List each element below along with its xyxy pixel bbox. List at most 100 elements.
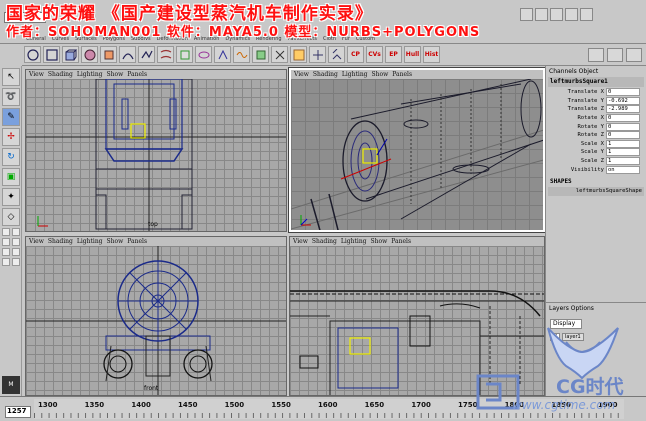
side-by-side-icon[interactable] (2, 238, 10, 246)
toggle-attr-icon[interactable] (588, 48, 604, 62)
menu-shading[interactable]: Shading (48, 71, 73, 78)
planar-icon[interactable] (176, 46, 193, 63)
time-tick-label: 1500 (224, 401, 245, 409)
render-globals-icon[interactable] (550, 8, 563, 21)
cp-button[interactable]: CP (347, 46, 364, 63)
time-start-field[interactable]: 1257 (5, 406, 31, 418)
render-pane-icon[interactable] (12, 258, 20, 266)
lasso-tool-icon[interactable]: ➰ (2, 88, 20, 106)
channel-attr-value[interactable]: 1 (606, 148, 640, 157)
move-tool-icon[interactable]: ✢ (2, 128, 20, 146)
axis-gizmo-icon (300, 215, 311, 226)
menu-panels[interactable]: Panels (127, 71, 147, 78)
circle-tool-icon[interactable] (24, 46, 41, 63)
viewport-top[interactable]: View Shading Lighting Show Panels top (25, 69, 287, 232)
channel-attr-value[interactable]: 0 (606, 114, 640, 123)
layers-menu[interactable]: Layers Options (546, 303, 646, 314)
viewport-canvas[interactable] (26, 246, 286, 395)
ep-curve-icon[interactable] (138, 46, 155, 63)
menu-lighting[interactable]: Lighting (342, 71, 368, 78)
viewport-front[interactable]: View Shading Lighting Show Panels front (25, 236, 287, 396)
single-pane-icon[interactable] (2, 228, 10, 236)
square-surface-icon[interactable] (290, 46, 307, 63)
render-icon[interactable] (520, 8, 533, 21)
loft-icon[interactable] (157, 46, 174, 63)
channel-attr-value[interactable]: on (606, 165, 640, 174)
panel-toggles (588, 48, 642, 62)
viewport-persp[interactable]: View Shading Lighting Show Panels (288, 67, 546, 233)
menu-show[interactable]: Show (107, 71, 124, 78)
rebuild-icon[interactable] (328, 46, 345, 63)
curve-tool-icon[interactable] (119, 46, 136, 63)
channel-row: Translate X0 (546, 88, 646, 97)
menu-show[interactable]: Show (371, 238, 388, 245)
last-tool-icon[interactable]: ◇ (2, 208, 20, 226)
outliner-pane-icon[interactable] (2, 248, 10, 256)
hull-button[interactable]: Hull (404, 46, 421, 63)
menu-lighting[interactable]: Lighting (77, 71, 103, 78)
revolve-icon[interactable] (195, 46, 212, 63)
channel-box-header[interactable]: Channels Object (546, 66, 646, 76)
ipr-render-icon[interactable] (535, 8, 548, 21)
menu-view[interactable]: View (294, 71, 309, 78)
menu-show[interactable]: Show (107, 238, 124, 245)
scale-tool-icon[interactable]: ▣ (2, 168, 20, 186)
viewport-canvas[interactable] (291, 79, 543, 230)
top-view-wireframe (26, 79, 286, 231)
menu-shading[interactable]: Shading (48, 238, 73, 245)
viewport-canvas[interactable] (26, 79, 286, 231)
graph-pane-icon[interactable] (12, 248, 20, 256)
menu-panels[interactable]: Panels (127, 238, 147, 245)
attribute-editor-icon[interactable] (565, 8, 578, 21)
stacked-pane-icon[interactable] (12, 238, 20, 246)
channel-attr-value[interactable]: 0 (606, 131, 640, 140)
square-tool-icon[interactable] (43, 46, 60, 63)
channel-attr-value[interactable]: -2.989 (606, 105, 640, 114)
manipulator-icon[interactable]: ✦ (2, 188, 20, 206)
extrude-icon[interactable] (214, 46, 231, 63)
menu-view[interactable]: View (29, 71, 44, 78)
channel-attr-value[interactable]: 1 (606, 157, 640, 166)
menu-view[interactable]: View (293, 238, 308, 245)
menu-view[interactable]: View (29, 238, 44, 245)
four-pane-icon[interactable] (12, 228, 20, 236)
menu-panels[interactable]: Panels (392, 71, 412, 78)
menu-show[interactable]: Show (372, 71, 389, 78)
viewport-camera-label: top (148, 221, 158, 228)
channel-attr-value[interactable]: 0 (606, 122, 640, 131)
channel-attr-value[interactable]: 0 (606, 88, 640, 97)
channel-attr-value[interactable]: 1 (606, 139, 640, 148)
channel-attr-value[interactable]: -0.692 (606, 96, 640, 105)
channel-row: Visibility on (546, 165, 646, 174)
menu-shading[interactable]: Shading (313, 71, 338, 78)
select-tool-icon[interactable]: ↖ (2, 68, 20, 86)
toggle-tool-icon[interactable] (607, 48, 623, 62)
hypershade-pane-icon[interactable] (2, 258, 10, 266)
boundary-icon[interactable] (271, 46, 288, 63)
bevel-icon[interactable] (233, 46, 250, 63)
axis-gizmo-icon (37, 216, 48, 227)
rotate-tool-icon[interactable]: ↻ (2, 148, 20, 166)
attach-icon[interactable] (309, 46, 326, 63)
channel-row: Translate Y -0.692 (546, 96, 646, 106)
shape-name[interactable]: leftmurbsSquareShape (548, 186, 644, 196)
persp-view-wireframe (291, 79, 543, 230)
ep-button[interactable]: EP (385, 46, 402, 63)
toggle-channel-icon[interactable] (626, 48, 642, 62)
sphere-tool-icon[interactable] (81, 46, 98, 63)
viewport-menu: View Shading Lighting Show Panels (26, 70, 286, 79)
cylinder-tool-icon[interactable] (100, 46, 117, 63)
channel-object-name[interactable]: leftmurbsSquare1 (548, 77, 644, 87)
cvs-button[interactable]: CVs (366, 46, 383, 63)
cube-tool-icon[interactable] (62, 46, 79, 63)
trim-icon[interactable] (252, 46, 269, 63)
time-tick-label: 1650 (364, 401, 385, 409)
hist-button[interactable]: Hist (423, 46, 440, 63)
menu-lighting[interactable]: Lighting (341, 238, 367, 245)
layout-buttons-row4 (0, 256, 21, 266)
menu-shading[interactable]: Shading (312, 238, 337, 245)
menu-panels[interactable]: Panels (391, 238, 411, 245)
paint-select-icon[interactable]: ✎ (2, 108, 20, 126)
channel-box-icon[interactable] (580, 8, 593, 21)
menu-lighting[interactable]: Lighting (77, 238, 103, 245)
